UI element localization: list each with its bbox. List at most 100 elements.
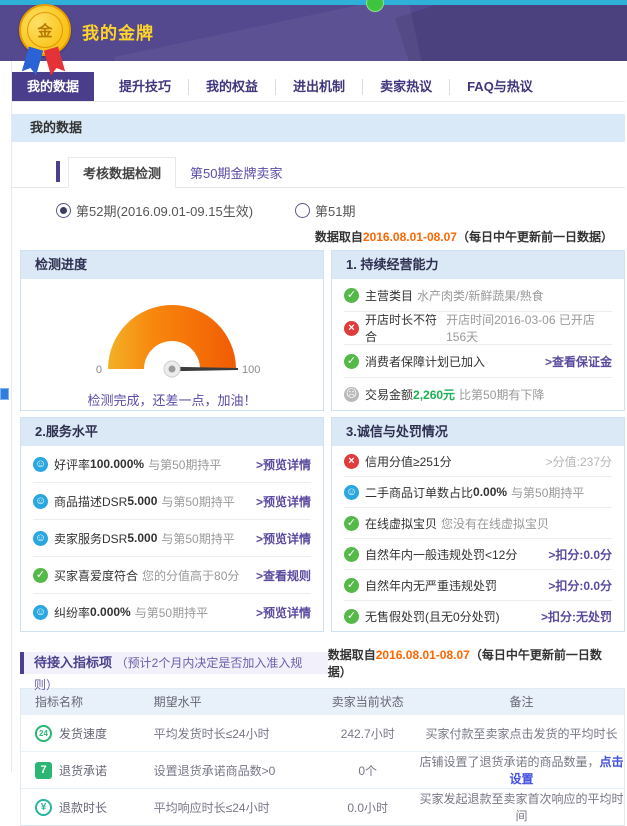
preview-detail-link[interactable]: >预览详情 [256, 493, 311, 510]
metric-label: 二手商品订单数占比 [365, 484, 473, 501]
note-date: 2016.08.01-08.07 [363, 230, 457, 244]
expected-level: 平均发货时长≤24小时 [154, 725, 317, 742]
data-source-note: 数据取自2016.08.01-08.07（每日中午更新前一日数据） [328, 646, 613, 680]
radio-period-52[interactable]: 第52期(2016.09.01-09.15生效) [56, 201, 253, 220]
metric-row: ☺ 二手商品订单数占比 0.00% 与第50期持平 [344, 476, 612, 507]
smile-icon: ☺ [33, 531, 48, 546]
check-icon: ✓ [344, 288, 359, 303]
table-row: ¥ 退款时长 平均响应时长≤24小时 0.0小时 买家发起退款至卖家首次响应的平… [21, 788, 624, 825]
view-deposit-link[interactable]: >查看保证金 [545, 353, 612, 370]
remark-text: 买家付款至卖家点击发货的平均时长 [425, 727, 617, 741]
metric-label: 买家喜爱度符合 [54, 567, 138, 584]
progress-panel: 检测进度 0 100 检测完成，还差一点，加油！ [20, 250, 324, 411]
gauge-max-label: 100 [242, 364, 260, 376]
note-prefix: 数据取自 [315, 230, 363, 244]
metric-label: 自然年内无严重违规处罚 [365, 577, 497, 594]
medal-ribbon-blue [22, 46, 44, 75]
deduction-link[interactable]: >扣分:0.0分 [548, 577, 612, 594]
panel-service-level: 2.服务水平 ☺ 好评率 100.000% 与第50期持平 >预览详情 ☺ 商品… [20, 417, 324, 632]
smile-icon: ☺ [33, 457, 48, 472]
metric-sub: 与第50期持平 [511, 484, 584, 501]
check-icon: ✓ [344, 516, 359, 531]
section-title: 我的数据 [12, 114, 625, 142]
page-header: 我的金牌 [0, 5, 627, 61]
metric-label: 卖家服务DSR [54, 530, 127, 547]
check-icon: ✓ [344, 547, 359, 562]
metric-row: ✓ 无售假处罚(且无0分处罚) >扣分:无处罚 [344, 600, 612, 631]
tab-seller-topics[interactable]: 卖家热议 [362, 79, 449, 95]
radio-label: 第52期(2016.09.01-09.15生效) [76, 201, 253, 220]
preview-detail-link[interactable]: >预览详情 [256, 530, 311, 547]
metric-sub: 开店时间2016-03-06 已开店156天 [446, 311, 612, 345]
purple-accent-bar [56, 161, 60, 182]
tab-my-benefits[interactable]: 我的权益 [188, 79, 275, 95]
metric-label: 交易金额 [365, 386, 413, 403]
panel3-title: 3.诚信与处罚情况 [332, 418, 624, 446]
score-link[interactable]: >分值:237分 [546, 453, 612, 470]
metric-value: 100.000% [90, 457, 144, 471]
col-header-remark: 备注 [419, 693, 624, 710]
deduction-link[interactable]: >扣分:0.0分 [548, 546, 612, 563]
view-rules-link[interactable]: >查看规则 [256, 567, 311, 584]
medal-text: 金 [27, 12, 63, 48]
metric-sub: 您没有在线虚拟宝贝 [441, 515, 549, 532]
metric-row: ☺ 商品描述DSR 5.000 与第50期持平 >预览详情 [33, 482, 311, 519]
metric-row: ✓ 消费者保障计划已加入 >查看保证金 [344, 344, 612, 377]
left-edge-tag [0, 388, 9, 400]
smile-icon: ☺ [33, 494, 48, 509]
header-deco [395, 5, 627, 61]
metric-sub: 比第50期有下降 [459, 386, 544, 403]
ship-speed-icon: 24 [35, 725, 52, 742]
page-title: 我的金牌 [82, 19, 154, 44]
metric-row: ☺ 好评率 100.000% 与第50期持平 >预览详情 [33, 446, 311, 482]
current-status: 0个 [316, 762, 419, 779]
panel-business-ability: 1. 持续经营能力 ✓ 主营类目 水产肉类/新鲜蔬果/熟食 × 开店时长不符合 … [331, 250, 625, 411]
subtab-assessment-check[interactable]: 考核数据检测 [68, 157, 176, 188]
panel2-title: 2.服务水平 [21, 418, 323, 446]
meh-face-icon: ☹ [344, 387, 359, 402]
tab-entry-exit[interactable]: 进出机制 [275, 79, 362, 95]
metric-label: 自然年内一般违规处罚<12分 [365, 546, 517, 563]
metric-sub: 您的分值高于80分 [142, 567, 239, 584]
preview-detail-link[interactable]: >预览详情 [256, 456, 311, 473]
gauge-chart: 0 100 [74, 289, 270, 381]
indicator-name: 发货速度 [59, 725, 107, 742]
current-status: 0.0小时 [316, 799, 419, 816]
metric-label: 信用分值≥251分 [365, 453, 452, 470]
metric-value: 0.00% [473, 485, 507, 499]
indicator-name: 退货承诺 [59, 762, 107, 779]
tab-improve-skills[interactable]: 提升技巧 [102, 79, 188, 95]
check-icon: ✓ [33, 568, 48, 583]
metric-label: 开店时长不符合 [365, 311, 442, 345]
progress-gauge: 0 100 检测完成，还差一点，加油！ [21, 279, 323, 409]
tab-faq[interactable]: FAQ与热议 [449, 79, 550, 95]
sub-tabs: 考核数据检测 第50期金牌卖家 [12, 158, 625, 188]
metric-sub: 水产肉类/新鲜蔬果/熟食 [417, 287, 544, 304]
metric-sub: 与第50期持平 [161, 530, 234, 547]
metric-label: 无售假处罚(且无0分处罚) [365, 608, 500, 625]
cross-icon: × [344, 321, 359, 336]
table-header-row: 指标名称 期望水平 卖家当前状态 备注 [21, 689, 624, 714]
main-nav: 我的数据 提升技巧 我的权益 进出机制 卖家热议 FAQ与热议 [12, 72, 625, 102]
metric-label: 在线虚拟宝贝 [365, 515, 437, 532]
metric-row: ✓ 自然年内一般违规处罚<12分 >扣分:0.0分 [344, 538, 612, 569]
radio-unselected-icon [295, 203, 310, 218]
metric-sub: 与第50期持平 [135, 604, 208, 621]
col-header-expect: 期望水平 [154, 693, 317, 710]
subtab-period50[interactable]: 第50期金牌卖家 [176, 158, 296, 187]
remark-text: 买家发起退款至卖家首次响应的平均时间 [419, 792, 623, 823]
progress-panel-title: 检测进度 [21, 251, 323, 279]
metric-row: ✓ 买家喜爱度符合 您的分值高于80分 >查看规则 [33, 556, 311, 593]
remark-text: 店铺设置了退货承诺的商品数量， [419, 755, 599, 769]
deduction-link[interactable]: >扣分:无处罚 [541, 608, 612, 625]
metric-label: 好评率 [54, 456, 90, 473]
panel1-title: 1. 持续经营能力 [332, 251, 624, 279]
metric-row: × 信用分值≥251分 >分值:237分 [344, 446, 612, 476]
metric-value: 0.000% [90, 605, 131, 619]
current-status: 242.7小时 [316, 725, 419, 742]
metric-row: ✓ 主营类目 水产肉类/新鲜蔬果/熟食 [344, 279, 612, 311]
metric-sub: 与第50期持平 [148, 456, 221, 473]
radio-period-51[interactable]: 第51期 [295, 201, 355, 220]
radio-selected-icon [56, 203, 71, 218]
preview-detail-link[interactable]: >预览详情 [256, 604, 311, 621]
